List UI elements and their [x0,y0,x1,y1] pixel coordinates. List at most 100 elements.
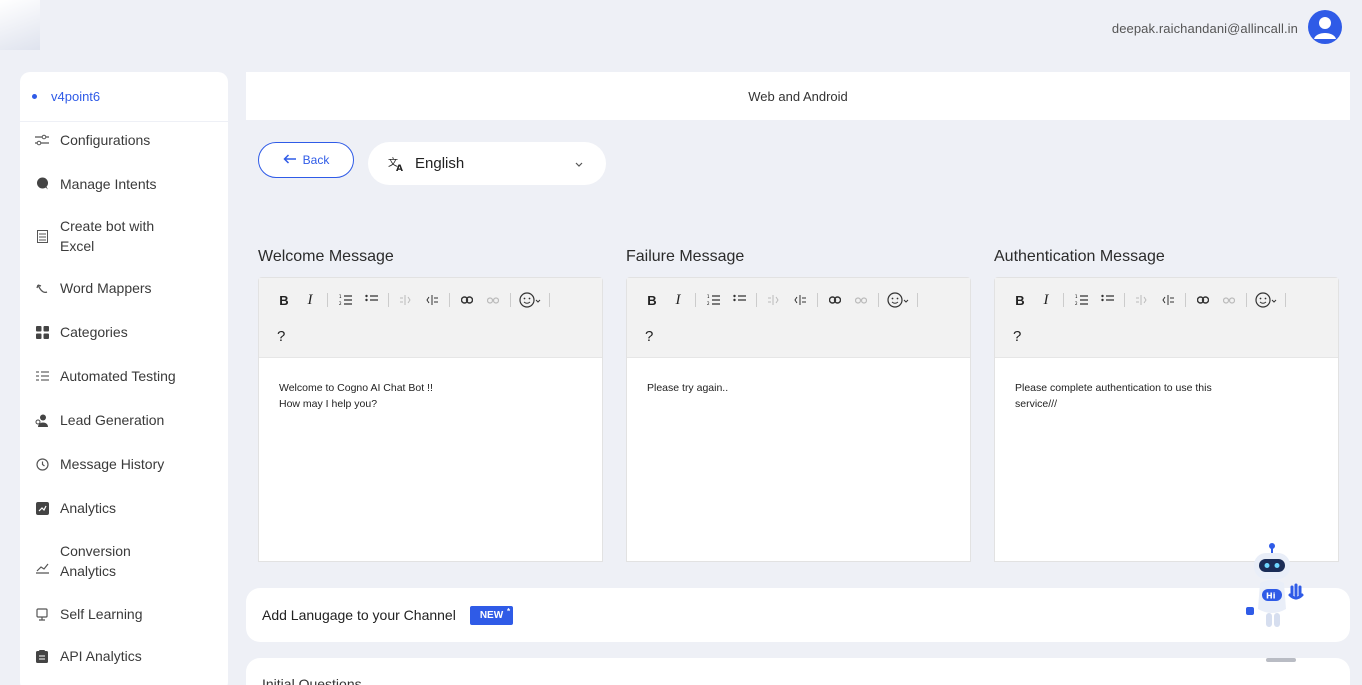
grid-icon [34,324,50,340]
italic-button[interactable]: I [669,289,687,311]
sidebar-item-word-mappers[interactable]: Word Mappers [20,266,228,310]
sidebar-item-label: Conversion Analytics [60,543,131,579]
indent-icon[interactable] [791,289,809,311]
add-language-panel[interactable]: Add Lanugage to your Channel NEW * [246,588,1350,642]
editor-line: Please complete authentication to use th… [1015,382,1212,394]
toolbar-divider [327,293,328,307]
outdent-icon[interactable] [1133,289,1151,311]
numbered-list-icon[interactable]: 12 [336,289,354,311]
initial-questions-label: Initial Questions [262,676,362,685]
sidebar-item-automated-testing[interactable]: Automated Testing [20,354,228,398]
svg-text:Hi: Hi [1266,592,1276,601]
back-button[interactable]: Back [258,142,354,178]
authentication-message-editor[interactable]: B I 12 ? Please complete authentication … [994,277,1339,562]
toolbar-divider [1063,293,1064,307]
italic-button[interactable]: I [1037,289,1055,311]
link-icon[interactable] [458,289,476,311]
toolbar-divider [1185,293,1186,307]
analytics-icon [34,500,50,516]
editor-content[interactable]: Welcome to Cogno AI Chat Bot !! How may … [259,358,602,434]
sliders-icon [34,132,50,148]
sidebar-item-label: Word Mappers [60,280,152,296]
user-avatar-icon[interactable] [1308,10,1342,44]
editor-line: Please try again.. [647,382,729,394]
sidebar-item-analytics[interactable]: Analytics [20,486,228,530]
toolbar-divider [1285,293,1286,307]
mapper-icon [34,280,50,296]
outdent-icon[interactable] [397,289,415,311]
bold-button[interactable]: B [1011,289,1029,311]
welcome-message-editor[interactable]: B I 12 ? Welcome to Cogno AI Chat Bot !!… [258,277,603,562]
channel-title: Web and Android [748,88,848,104]
svg-text:1: 1 [1075,294,1078,299]
sidebar-item-manage-intents[interactable]: Manage Intents [20,161,228,206]
editor-content[interactable]: Please complete authentication to use th… [995,358,1338,434]
indent-icon[interactable] [423,289,441,311]
numbered-list-icon[interactable]: 12 [704,289,722,311]
svg-text:2: 2 [339,301,342,306]
emoji-icon[interactable] [887,289,909,311]
scrollbar-thumb[interactable] [1266,658,1296,662]
unlink-icon[interactable] [484,289,502,311]
user-email: deepak.raichandani@allincall.in [1111,21,1298,36]
sidebar-item-categories[interactable]: Categories [20,310,228,354]
welcome-message-title: Welcome Message [258,248,394,265]
toolbar-divider [1124,293,1125,307]
indent-icon[interactable] [1159,289,1177,311]
sidebar-item-create-bot-excel[interactable]: Create bot with Excel [20,206,228,266]
sidebar-item-self-learning[interactable]: Self Learning [20,592,228,636]
emoji-icon[interactable] [519,289,541,311]
svg-text:1: 1 [707,294,710,299]
chat-icon [34,176,50,192]
failure-message-title: Failure Message [626,248,745,265]
sidebar-bot-name[interactable]: v4point6 [20,72,228,122]
outdent-icon[interactable] [765,289,783,311]
trend-icon [34,560,50,576]
toolbar-divider [1246,293,1247,307]
new-badge: NEW * [469,605,514,625]
bullet-list-icon[interactable] [1098,289,1116,311]
sidebar-item-configurations[interactable]: Configurations [20,118,228,161]
sidebar-item-label: Categories [60,324,128,340]
toolbar-divider [549,293,550,307]
link-icon[interactable] [1194,289,1212,311]
learning-icon [34,606,50,622]
toolbar-divider [510,293,511,307]
sidebar-item-lead-generation[interactable]: Lead Generation [20,398,228,442]
bullet-list-icon[interactable] [730,289,748,311]
channel-header: Web and Android [246,72,1350,120]
unlink-icon[interactable] [1220,289,1238,311]
initial-questions-panel[interactable]: Initial Questions [246,658,1350,685]
help-button[interactable]: ? [277,328,285,345]
logo-area [0,0,40,50]
authentication-message-title: Authentication Message [994,248,1165,265]
language-select[interactable]: 文A English [368,142,606,185]
sidebar-item-label: Automated Testing [60,368,176,384]
editor-content[interactable]: Please try again.. [627,358,970,418]
italic-button[interactable]: I [301,289,319,311]
sidebar-item-api-analytics[interactable]: API Analytics [20,636,228,676]
help-button[interactable]: ? [1013,328,1021,345]
sidebar-item-label: Lead Generation [60,412,165,428]
language-value: English [415,155,465,172]
sidebar: v4point6 Configurations Manage Intents C… [20,72,228,685]
sidebar-item-label: Self Learning [60,606,143,622]
add-language-label: Add Lanugage to your Channel [262,607,456,623]
new-badge-star: * [507,606,511,616]
failure-message-editor[interactable]: B I 12 ? Please try again.. [626,277,971,562]
unlink-icon[interactable] [852,289,870,311]
sidebar-item-conversion-analytics[interactable]: Conversion Analytics [20,530,228,592]
bullet-list-icon[interactable] [362,289,380,311]
sidebar-item-message-history[interactable]: Message History [20,442,228,486]
emoji-icon[interactable] [1255,289,1277,311]
numbered-list-icon[interactable]: 12 [1072,289,1090,311]
editor-line: service/// [1015,398,1058,410]
bold-button[interactable]: B [275,289,293,311]
toolbar-divider [817,293,818,307]
link-icon[interactable] [826,289,844,311]
editor-line: How may I help you? [279,398,378,410]
help-button[interactable]: ? [645,328,653,345]
arrow-left-icon [283,153,297,167]
bold-button[interactable]: B [643,289,661,311]
chatbot-robot-icon[interactable]: Hi [1240,543,1310,635]
